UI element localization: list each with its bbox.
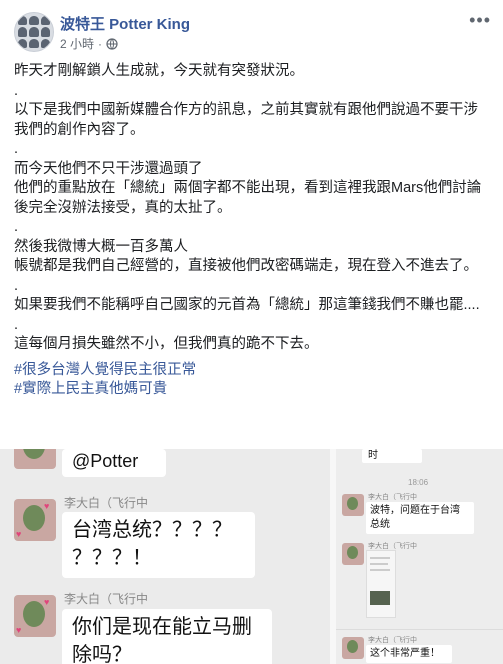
hashtag-list: #很多台灣人覺得民主很正常 #實際上民主真他媽可貴 — [14, 361, 490, 400]
chat-avatar — [14, 449, 56, 469]
chat-bubble: 你们是现在能立马删 除吗？ — [62, 609, 272, 664]
author-name[interactable]: 波特王 Potter King — [60, 13, 190, 34]
post-line: 然後我微博大概一百多萬人 — [14, 238, 188, 255]
post-line: 帳號都是我們自己經營的，直接被他們改密碼端走，現在登入不進去了。 — [14, 258, 478, 274]
post-line: 這每個月損失雖然不小，但我們真的跪不下去。 — [14, 336, 319, 352]
post-photo[interactable]: @Potter ♥ ♥ 李大白（飞行中 台湾总统？？？？ ？？？！ ♥ ♥ 李大白（… — [0, 449, 503, 664]
post-line: . — [14, 277, 19, 294]
chat-screenshot-right: 时 18:06 李大白（飞行中 波特，问题在于台湾 总统 李大白（飞行中 李大白… — [336, 449, 503, 664]
chat-avatar — [342, 637, 364, 659]
post-text: 昨天才剛解鎖人生成就，今天就有突發狀況。 . 以下是我們中國新媒體合作方的訊息，… — [14, 62, 490, 400]
chat-avatar: ♥ ♥ — [14, 499, 56, 541]
more-options-icon[interactable]: ••• — [469, 10, 491, 31]
post-line: 以下是我們中國新媒體合作方的訊息，之前其實就有跟他們說過不要干涉我們的創作內容了… — [14, 102, 478, 138]
chat-bubble-line: 你们是现在能立马删 — [72, 616, 252, 638]
chat-sender: 李大白（飞行中 — [64, 496, 149, 510]
chat-screenshot-left: @Potter ♥ ♥ 李大白（飞行中 台湾总统？？？？ ？？？！ ♥ ♥ 李大白（… — [0, 449, 330, 664]
chat-divider — [336, 629, 503, 630]
chat-sender: 李大白（飞行中 — [64, 592, 149, 606]
hashtag-link[interactable]: #很多台灣人覺得民主很正常 — [14, 361, 490, 381]
post-line: . — [14, 141, 19, 157]
hashtag-link[interactable]: #實際上民主真他媽可貴 — [14, 380, 490, 400]
chat-bubble: 这个非常严重！ — [366, 645, 452, 663]
chat-avatar — [342, 494, 364, 516]
chat-bubble-line: 除吗？ — [72, 644, 132, 664]
post-line: . — [14, 82, 19, 99]
chat-avatar: ♥ ♥ — [14, 595, 56, 637]
post-header: 波特王 Potter King 2 小時 · ••• — [0, 0, 503, 58]
post-line: 如果要我們不能稱呼自己國家的元首為「總統」那這筆錢我們不賺也罷.... — [14, 297, 480, 313]
chat-bubble: 台湾总统？？？？ ？？？！ — [62, 512, 255, 578]
post-line: . — [14, 219, 19, 235]
globe-icon — [106, 37, 118, 50]
chat-bubble-line: 波特，问题在于台湾 — [370, 505, 460, 516]
chat-sender: 李大白（飞行中 — [368, 637, 417, 644]
post-line: . — [14, 316, 19, 333]
chat-bubble: 波特，问题在于台湾 总统 — [366, 502, 474, 534]
chat-bubble-line: 台湾总统？？？？ — [72, 519, 232, 541]
separator-dot: · — [98, 36, 103, 51]
page-avatar[interactable] — [14, 12, 54, 52]
post-line: 他們的重點放在「總統」兩個字都不能出現，看到這裡我跟Mars他們討論後完全沒辦法… — [14, 180, 482, 216]
chat-bubble-line: 总统 — [370, 519, 390, 530]
chat-sender: 李大白（飞行中 — [368, 494, 417, 501]
post-line: 而今天他們不只干涉還過頭了 — [14, 160, 203, 177]
chat-image-thumbnail[interactable] — [366, 550, 396, 618]
chat-bubble: @Potter — [62, 449, 166, 477]
chat-timestamp: 18:06 — [408, 478, 429, 487]
post-line: 昨天才剛解鎖人生成就，今天就有突發狀況。 — [14, 63, 304, 79]
chat-bubble-line: ？？？！ — [72, 547, 152, 569]
post-meta: 2 小時 · — [60, 35, 118, 52]
post-time[interactable]: 2 小時 — [60, 35, 94, 52]
chat-bubble: 时 — [362, 449, 422, 463]
chat-avatar — [342, 543, 364, 565]
